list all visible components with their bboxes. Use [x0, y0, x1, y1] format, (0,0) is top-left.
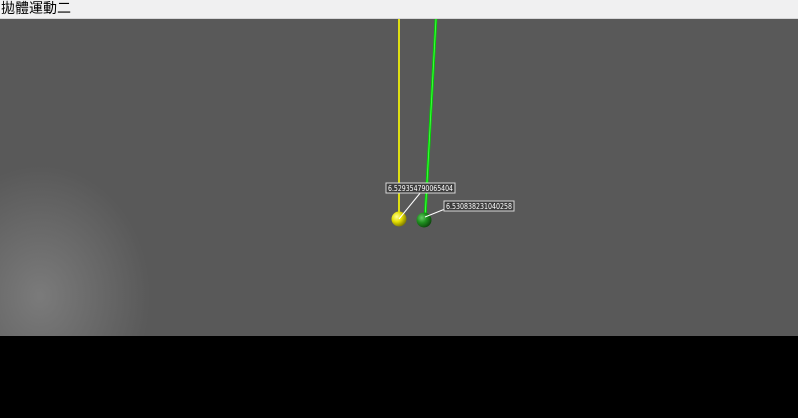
yellow-ball-label: 6.529354790065404	[388, 184, 453, 193]
green-label-leader	[424, 208, 446, 218]
empty-bottom-area	[0, 336, 798, 418]
scene-canvas: 6.529354790065404 6.530838231040258	[385, 19, 515, 228]
green-ball[interactable]	[416, 212, 432, 228]
yellow-label-leader	[398, 191, 422, 220]
window-title: 拋體運動二	[1, 1, 71, 17]
app-window: 拋體運動二 6.529354790065404 6.53083823104025…	[0, 0, 798, 418]
title-bar[interactable]: 拋體運動二	[0, 0, 798, 19]
green-ball-label: 6.530838231040258	[446, 202, 512, 211]
3d-viewport[interactable]: 6.529354790065404 6.530838231040258	[0, 19, 798, 336]
